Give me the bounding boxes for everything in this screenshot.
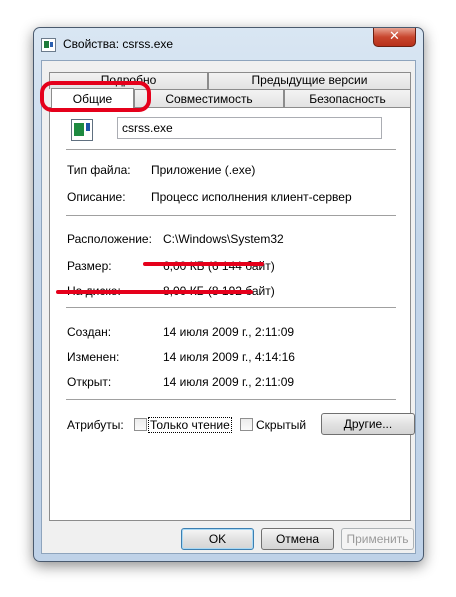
location-label: Расположение: <box>67 232 152 246</box>
file-type-value: Приложение (.exe) <box>151 163 256 177</box>
apply-button: Применить <box>341 528 414 550</box>
title-bar[interactable]: Свойства: csrss.exe ✕ <box>34 28 423 60</box>
other-attributes-button[interactable]: Другие... <box>321 413 415 435</box>
opened-value: 14 июля 2009 г., 2:11:09 <box>163 375 295 389</box>
separator <box>66 215 396 217</box>
properties-window: Свойства: csrss.exe ✕ Подробно Предыдущи… <box>33 27 424 562</box>
size-label: Размер: <box>67 259 112 273</box>
attributes-label: Атрибуты: <box>67 418 124 432</box>
exe-file-icon <box>41 38 56 52</box>
ok-button[interactable]: OK <box>181 528 254 550</box>
separator <box>66 399 396 401</box>
opened-label: Открыт: <box>67 375 112 389</box>
description-label: Описание: <box>67 190 126 204</box>
exe-file-icon <box>71 119 93 141</box>
separator <box>66 307 396 309</box>
modified-label: Изменен: <box>67 350 120 364</box>
tab-previous-versions[interactable]: Предыдущие версии <box>208 72 411 89</box>
cancel-button[interactable]: Отмена <box>261 528 334 550</box>
window-title: Свойства: csrss.exe <box>63 37 174 51</box>
location-value: C:\Windows\System32 <box>163 232 284 246</box>
created-value: 14 июля 2009 г., 2:11:09 <box>163 325 295 339</box>
description-value: Процесс исполнения клиент-сервер <box>151 190 352 204</box>
annotation-underline-size <box>56 290 253 294</box>
separator <box>66 149 396 151</box>
file-name-field[interactable]: csrss.exe <box>117 117 382 139</box>
tab-compatibility[interactable]: Совместимость <box>134 89 284 107</box>
tab-general[interactable]: Общие <box>51 88 134 108</box>
tab-security[interactable]: Безопасность <box>284 89 411 107</box>
readonly-checkbox[interactable] <box>134 418 147 431</box>
tab-details[interactable]: Подробно <box>49 72 208 89</box>
annotation-underline-location <box>143 262 264 266</box>
hidden-label[interactable]: Скрытый <box>256 418 306 432</box>
created-label: Создан: <box>67 325 112 339</box>
close-button[interactable]: ✕ <box>373 28 416 47</box>
dialog-client: Подробно Предыдущие версии Общие Совмест… <box>41 60 416 554</box>
hidden-checkbox[interactable] <box>240 418 253 431</box>
readonly-label[interactable]: Только чтение <box>148 417 232 433</box>
file-type-label: Тип файла: <box>67 163 131 177</box>
modified-value: 14 июля 2009 г., 4:14:16 <box>163 350 295 364</box>
general-tab-panel: csrss.exe Тип файла: Приложение (.exe) О… <box>49 107 415 521</box>
